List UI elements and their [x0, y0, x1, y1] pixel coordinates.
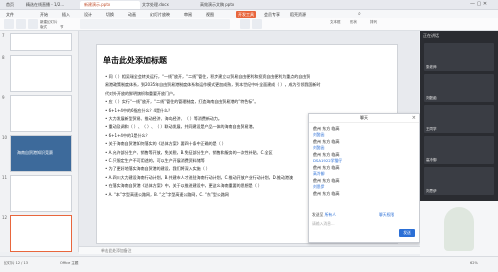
body-line: • 同（ ）相吴瑞全会转关运行，“一线”放开，“二线”管住，积步建立以贸易自由便… [105, 74, 311, 79]
cut-icon[interactable] [16, 19, 26, 29]
close-icon[interactable]: × [412, 115, 416, 121]
tab-doc-4[interactable]: 高效演示文稿 pptx [196, 1, 256, 9]
slide-thumbnail[interactable] [10, 95, 72, 132]
menu-slideshow[interactable]: 幻灯片放映 [148, 11, 172, 18]
align-icon[interactable] [240, 19, 250, 29]
thumb-number: 11 [2, 175, 8, 180]
slide-thumbnail-panel: 7 8 9 10 海南自贸港知识竞赛 11 12 [0, 31, 79, 252]
menu-bar: 文件 开始 插入 设计 切换 动画 幻灯片放映 审阅 视图 开发工具 会员专享 … [0, 10, 498, 18]
tab-doc-3[interactable]: 文字处理.docx [138, 1, 198, 9]
menu-home[interactable]: 开始 [38, 11, 50, 18]
send-to-label: 发送至 [312, 212, 324, 217]
send-button[interactable]: 发送 [399, 229, 415, 237]
thumb-number: 7 [2, 33, 5, 38]
status-bar: 幻灯片 12 / 13 Office 主题 62% [0, 256, 498, 272]
menu-insert[interactable]: 插入 [60, 11, 72, 18]
decorative-illustration [420, 201, 498, 256]
search-icon[interactable]: ⌕ [358, 11, 361, 17]
participant-tile[interactable]: 高冷御 [424, 136, 494, 164]
window-controls[interactable]: — ▢ ✕ [470, 1, 496, 8]
notes-pane[interactable]: 单击此处添加备注 [79, 246, 441, 254]
menu-developer[interactable]: 开发工具 [236, 11, 256, 18]
slide-thumbnail-selected[interactable] [10, 215, 72, 252]
slide-thumbnail[interactable] [10, 175, 72, 212]
font-controls[interactable] [80, 19, 230, 29]
body-line: • 应（ ）实行“一线”放开，“二线”管住的管理制度，打造海南自由贸易港的“特色… [105, 99, 259, 105]
menu-file[interactable]: 文件 [4, 11, 16, 18]
participant-name: 张老师 [426, 65, 437, 69]
thumb-number: 8 [2, 55, 5, 60]
thumb-title-text: 海南自贸港知识竞赛 [17, 150, 53, 155]
chat-panel: 聊天 × 儋州 东方 临高 刘懿函 儋州 东方 临高 刘懿函 儋州 东方 临高 … [308, 113, 420, 243]
chat-message: 儋州 东方 临高 [313, 139, 340, 144]
body-line: 代对外开放的鲜明旗帜和重要开放门户。 [105, 90, 177, 96]
participant-name: 刘懿函 [426, 96, 437, 100]
participant-tile[interactable]: 王同学 [424, 105, 494, 133]
slide-counter: 幻灯片 12 / 13 [4, 261, 28, 265]
menu-review[interactable]: 审阅 [182, 11, 194, 18]
video-panel-title: 正在讲话 [423, 33, 439, 38]
shapes-label[interactable]: 形状 [350, 20, 357, 25]
chat-message: 儋州 东方 临高 [313, 191, 340, 196]
send-to-value[interactable]: 所有人 [325, 212, 336, 217]
ribbon-toolbar: 新建幻灯片 版式 节 文本框 形状 排列 [0, 18, 498, 31]
chat-message: 儋州 东方 临高 [313, 152, 340, 157]
chat-message: 儋州 东方 临高 [313, 178, 340, 183]
menu-transition[interactable]: 切换 [104, 11, 116, 18]
arrange-label[interactable]: 排列 [370, 20, 377, 25]
thumb-number: 10 [2, 135, 8, 140]
participant-name: 刘思伊 [426, 189, 437, 193]
chat-message: 儋州 东方 临高 [313, 165, 340, 170]
participant-tile[interactable]: 刘思伊 [424, 167, 494, 195]
video-panel: 正在讲话 张老师 刘懿函 王同学 高冷御 刘思伊 [420, 31, 498, 201]
menu-design[interactable]: 设计 [82, 11, 94, 18]
bullet-icon[interactable] [252, 19, 262, 29]
participant-tile[interactable]: 张老师 [424, 43, 494, 71]
tab-bar: 首页 精选在线直播 - 1/2... 新建演示.pptx 文字处理.docx 高… [0, 0, 498, 10]
paste-icon[interactable] [4, 19, 14, 29]
chat-permission-button[interactable]: 聊天权限 [379, 212, 394, 218]
zoom-level[interactable]: 62% [470, 261, 478, 265]
new-slide-button[interactable] [28, 19, 38, 29]
tab-home[interactable]: 首页 [2, 1, 18, 9]
textbox-label[interactable]: 文本框 [330, 20, 341, 25]
send-to-row[interactable]: 发送至 所有人 [312, 212, 336, 218]
tab-doc-active[interactable]: 新建演示.pptx [80, 1, 140, 9]
slide-thumbnail-title[interactable]: 海南自贸港知识竞赛 [10, 135, 72, 172]
slide-thumbnail[interactable] [10, 33, 72, 51]
layout-label[interactable]: 版式 [40, 25, 47, 30]
section-label[interactable]: 节 [60, 25, 64, 30]
participant-name: 王同学 [426, 127, 437, 131]
thumb-number: 12 [2, 215, 8, 220]
theme-name: Office 主题 [60, 261, 79, 265]
tab-doc-1[interactable]: 精选在线直播 - 1/2... [22, 1, 82, 9]
thumb-number: 9 [2, 95, 5, 100]
chat-input[interactable]: 请输入消息... [312, 220, 396, 234]
slide-title[interactable]: 单击此处添加标题 [103, 55, 167, 66]
participant-name: 高冷御 [426, 158, 437, 162]
menu-animation[interactable]: 动画 [126, 11, 138, 18]
menu-docer[interactable]: 稻壳资源 [288, 11, 308, 18]
menu-view[interactable]: 视图 [204, 11, 216, 18]
participant-tile[interactable]: 刘懿函 [424, 74, 494, 102]
slide-thumbnail[interactable] [10, 55, 72, 92]
body-line: 易港政策制度体系，到2035年自由贸易港制度体系和运作模式更加成熟，到本世纪中叶… [105, 82, 321, 88]
character-illustration [444, 207, 474, 251]
menu-vip[interactable]: 会员专享 [262, 11, 282, 18]
chat-title: 聊天 [309, 114, 419, 123]
chat-message: 儋州 东方 临高 [313, 126, 340, 131]
